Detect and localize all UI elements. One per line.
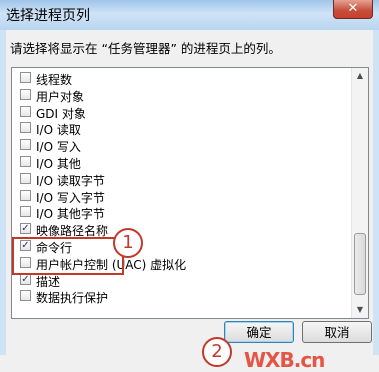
title-bar[interactable]: 选择进程页列 ✕ [0, 0, 379, 31]
close-button[interactable]: ✕ [333, 0, 373, 19]
list-item-label: I/O 读取字节 [36, 173, 105, 188]
checkbox[interactable]: ✓ [20, 273, 31, 285]
instruction-text: 请选择将显示在 “任务管理器” 的进程页上的列。 [10, 41, 281, 56]
checkbox[interactable] [20, 105, 31, 117]
list-item-label: 数据执行保护 [36, 291, 109, 306]
list-item[interactable]: ✓ 命令行 [12, 238, 348, 255]
list-item[interactable]: ✓ 映像路径名称 [12, 221, 348, 238]
column-list[interactable]: 线程数用户对象 GDI 对象 I/O 读取 I/O 写入 I/O 其他 I/O 读取字节 I… [11, 67, 369, 319]
list-item[interactable]: I/O 其他字节 [12, 204, 348, 221]
callout-1: 1 [113, 228, 143, 258]
checkbox[interactable]: ✓ [20, 239, 31, 251]
scrollbar-thumb[interactable] [354, 233, 366, 295]
dialog-content: 请选择将显示在 “任务管理器” 的进程页上的列。 线程数用户对象 GDI 对象 I/… [6, 30, 373, 372]
checkbox[interactable] [20, 290, 31, 302]
list-item[interactable]: 用户帐户控制 (UAC) 虚拟化 [12, 255, 348, 272]
checkbox[interactable] [20, 72, 31, 83]
checkbox[interactable] [20, 139, 31, 151]
list-item-label: I/O 读取 [36, 123, 81, 138]
list-item[interactable]: GDI 对象 [12, 104, 348, 121]
list-item-label: I/O 写入 [36, 140, 81, 155]
list-item-label: 描述 [36, 274, 61, 289]
checkbox[interactable] [20, 206, 31, 218]
list-item[interactable]: 线程数 [12, 70, 348, 87]
cancel-button[interactable]: 取消 [302, 321, 372, 343]
scroll-down-arrow-icon[interactable]: ▼ [352, 302, 368, 318]
list-item[interactable]: I/O 其他 [12, 154, 348, 171]
close-icon: ✕ [347, 1, 359, 16]
list-item[interactable]: I/O 读取字节 [12, 171, 348, 188]
list-item[interactable]: 用户对象 [12, 87, 348, 104]
checkbox[interactable] [20, 256, 31, 268]
ok-button[interactable]: 确定 [224, 321, 294, 343]
checkbox[interactable] [20, 122, 31, 134]
list-item[interactable]: I/O 读取 [12, 120, 348, 137]
list-item[interactable]: I/O 写入字节 [12, 188, 348, 205]
list-item[interactable]: ✓ 描述 [12, 272, 348, 289]
list-item-label: GDI 对象 [36, 106, 86, 121]
list-item-label: I/O 写入字节 [36, 190, 105, 205]
watermark-logo: WXB.cn [244, 348, 325, 372]
checkbox[interactable] [20, 155, 31, 167]
list-item-label: 映像路径名称 [36, 224, 109, 239]
checkbox[interactable] [20, 172, 31, 184]
window-frame-right [373, 30, 379, 355]
list-item-label: I/O 其他 [36, 156, 81, 171]
column-list-items: 线程数用户对象 GDI 对象 I/O 读取 I/O 写入 I/O 其他 I/O 读取字节 I… [12, 70, 348, 305]
list-item[interactable]: 数据执行保护 [12, 288, 348, 305]
list-item-label: 用户帐户控制 (UAC) 虚拟化 [36, 257, 187, 272]
checkbox[interactable] [20, 88, 31, 100]
scroll-up-arrow-icon[interactable]: ▲ [352, 68, 368, 84]
list-item-label: 命令行 [36, 240, 73, 255]
callout-2: 2 [202, 337, 232, 367]
list-item-label: I/O 其他字节 [36, 207, 105, 222]
vertical-scrollbar[interactable]: ▲ ▼ [351, 68, 368, 318]
checkbox[interactable] [20, 189, 31, 201]
list-item-label: 用户对象 [36, 89, 85, 104]
list-item[interactable]: I/O 写入 [12, 137, 348, 154]
window-title: 选择进程页列 [6, 8, 90, 24]
dialog-window: 选择进程页列 ✕ 请选择将显示在 “任务管理器” 的进程页上的列。 线程数用户对… [0, 0, 379, 372]
checkbox[interactable]: ✓ [20, 223, 31, 235]
list-item-label: 线程数 [36, 73, 73, 87]
